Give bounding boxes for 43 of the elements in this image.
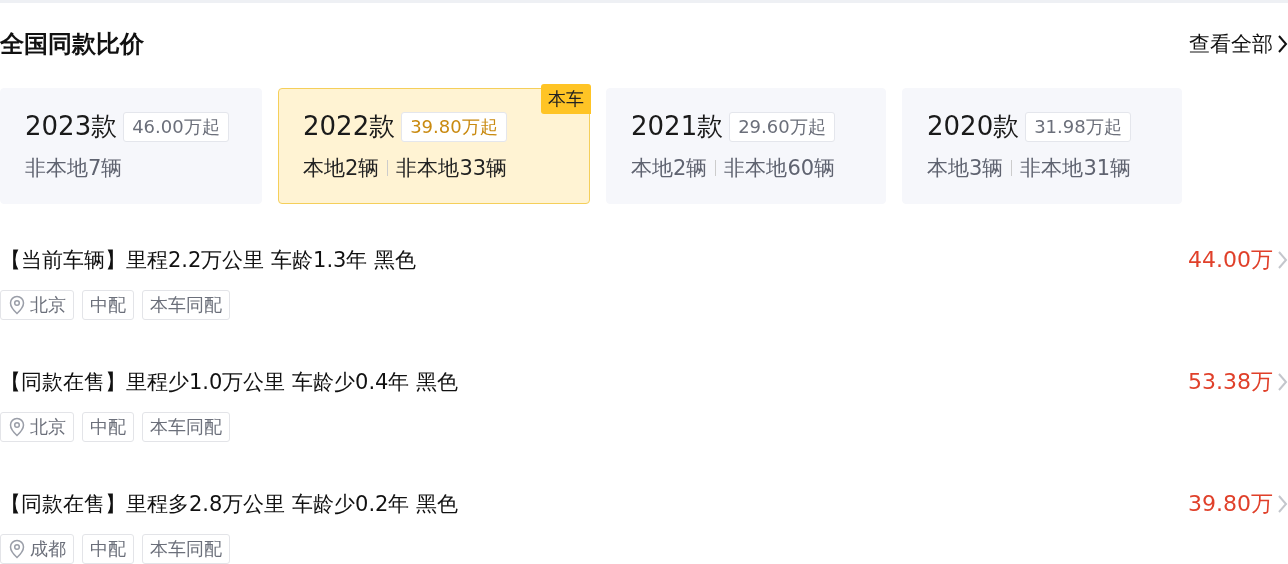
listing-title[interactable]: 【同款在售】里程多2.8万公里 车龄少0.2年 黑色 bbox=[0, 492, 459, 516]
config-tag: 本车同配 bbox=[142, 290, 230, 320]
location-tag: 成都 bbox=[0, 534, 74, 564]
chevron-right-icon bbox=[1277, 372, 1288, 392]
vehicle-count: 非本地7辆 bbox=[25, 155, 123, 182]
location-tag: 北京 bbox=[0, 412, 74, 442]
config-tag: 中配 bbox=[82, 534, 134, 564]
vehicle-count: 本地3辆 bbox=[927, 155, 1004, 182]
location-pin-icon bbox=[8, 295, 26, 315]
model-year: 2022款 bbox=[303, 110, 396, 143]
chevron-right-icon bbox=[1277, 34, 1288, 54]
model-card[interactable]: 2020款 31.98万起 本地3辆 非本地31辆 bbox=[902, 88, 1182, 204]
current-car-badge: 本车 bbox=[541, 84, 591, 114]
vehicle-count: 本地2辆 bbox=[303, 155, 380, 182]
model-year: 2021款 bbox=[631, 110, 724, 143]
price-tag: 39.80万起 bbox=[401, 111, 507, 142]
price-tag: 31.98万起 bbox=[1025, 111, 1131, 142]
location-pin-icon bbox=[8, 539, 26, 559]
location-pin-icon bbox=[8, 417, 26, 437]
chevron-right-icon bbox=[1277, 250, 1288, 270]
vehicle-count: 非本地33辆 bbox=[396, 155, 508, 182]
model-year: 2020款 bbox=[927, 110, 1020, 143]
price-tag: 29.60万起 bbox=[729, 111, 835, 142]
config-tag: 本车同配 bbox=[142, 412, 230, 442]
chevron-right-icon bbox=[1277, 494, 1288, 514]
vehicle-count: 非本地31辆 bbox=[1020, 155, 1132, 182]
config-tag: 中配 bbox=[82, 412, 134, 442]
location-tag: 北京 bbox=[0, 290, 74, 320]
view-all-link[interactable]: 查看全部 bbox=[1189, 30, 1288, 58]
listing-price: 39.80万 bbox=[1188, 490, 1273, 518]
vehicle-count: 本地2辆 bbox=[631, 155, 708, 182]
listing-title[interactable]: 【同款在售】里程少1.0万公里 车龄少0.4年 黑色 bbox=[0, 370, 459, 394]
model-year: 2023款 bbox=[25, 110, 118, 143]
config-tag: 本车同配 bbox=[142, 534, 230, 564]
listing-price: 53.38万 bbox=[1188, 368, 1273, 396]
model-card[interactable]: 2021款 29.60万起 本地2辆 非本地60辆 bbox=[606, 88, 886, 204]
model-card[interactable]: 2023款 46.00万起 非本地7辆 bbox=[0, 88, 262, 204]
listing-title[interactable]: 【当前车辆】里程2.2万公里 车龄1.3年 黑色 bbox=[0, 248, 417, 272]
section-title: 全国同款比价 bbox=[0, 29, 144, 60]
vehicle-count: 非本地60辆 bbox=[724, 155, 836, 182]
listing-price: 44.00万 bbox=[1188, 246, 1273, 274]
config-tag: 中配 bbox=[82, 290, 134, 320]
price-tag: 46.00万起 bbox=[123, 111, 229, 142]
